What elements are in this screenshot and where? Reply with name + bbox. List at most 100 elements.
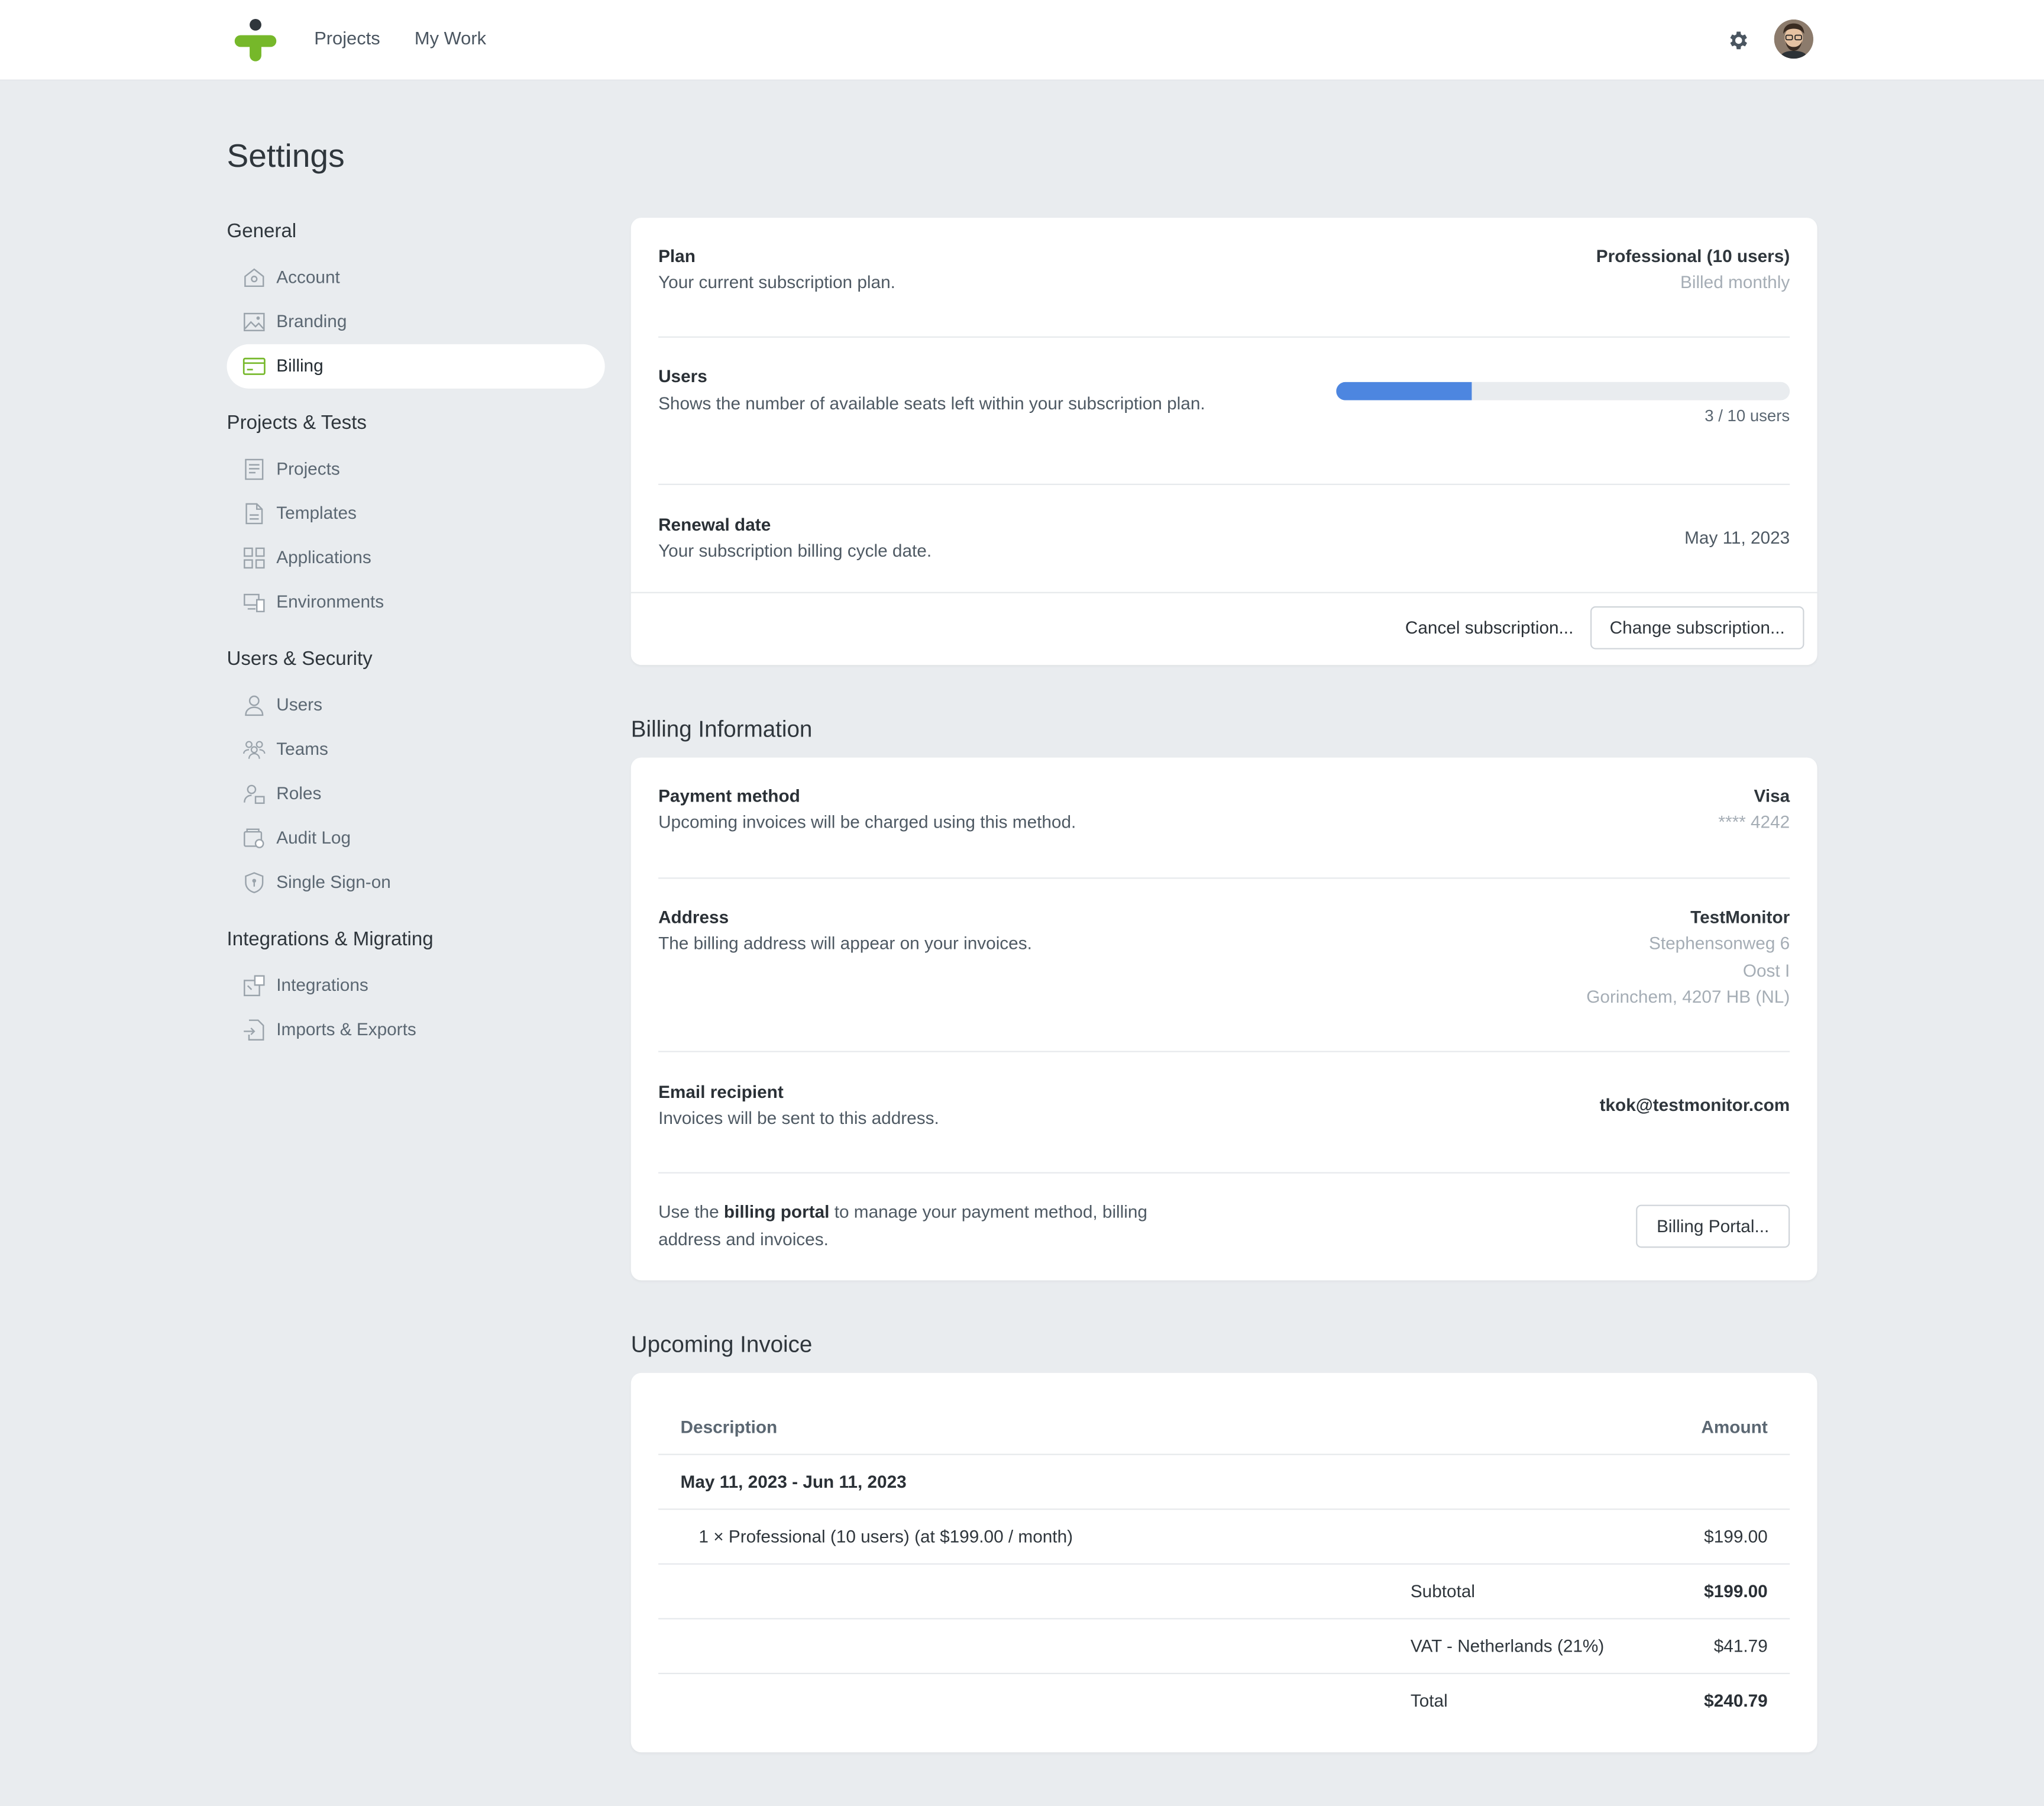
sidebar-group-general: General	[227, 220, 297, 243]
sidebar-item-label: Projects	[276, 458, 340, 479]
sidebar-item-label: Account	[276, 267, 340, 287]
total-amount: $240.79	[1704, 1691, 1768, 1711]
grid-icon	[244, 547, 265, 569]
address-line-1: Stephensonweg 6	[1648, 933, 1790, 954]
page-title: Settings	[227, 138, 345, 175]
total-label: Total	[1410, 1691, 1448, 1711]
credit-card-icon	[242, 357, 266, 375]
divider	[658, 877, 1790, 879]
sidebar-item-label: Integrations	[276, 975, 368, 995]
invoice-line-desc: 1 × Professional (10 users) (at $199.00 …	[698, 1527, 1073, 1547]
sidebar-item-users[interactable]: Users	[227, 683, 605, 728]
billing-portal-text: Use the billing portal to manage your pa…	[658, 1200, 1180, 1253]
plan-billing-cycle: Billed monthly	[1680, 272, 1790, 292]
portal-text-bold: billing portal	[723, 1202, 830, 1222]
seats-progress-fill	[1336, 382, 1473, 400]
divider	[658, 336, 1790, 338]
billing-info-heading: Billing Information	[630, 716, 813, 742]
invoice-line-row: 1 × Professional (10 users) (at $199.00 …	[658, 1510, 1790, 1565]
upcoming-invoice-heading: Upcoming Invoice	[630, 1331, 813, 1358]
address-desc: The billing address will appear on your …	[658, 933, 1032, 954]
email-value: tkok@testmonitor.com	[1599, 1095, 1790, 1115]
testmonitor-logo[interactable]	[232, 18, 279, 63]
sidebar-item-account[interactable]: Account	[227, 256, 605, 300]
payment-desc: Upcoming invoices will be charged using …	[658, 812, 1076, 832]
column-description: Description	[680, 1417, 778, 1437]
sidebar-item-label: Teams	[276, 739, 328, 759]
plan-title: Plan	[658, 246, 696, 266]
sidebar-item-branding[interactable]: Branding	[227, 300, 605, 344]
user-avatar[interactable]	[1774, 20, 1813, 59]
sidebar-group-projects-tests: Projects & Tests	[227, 412, 367, 434]
document-list-icon	[245, 458, 264, 480]
email-desc: Invoices will be sent to this address.	[658, 1108, 939, 1128]
seats-progress-bar	[1336, 382, 1790, 400]
sidebar-item-projects[interactable]: Projects	[227, 447, 605, 492]
user-icon	[245, 695, 264, 716]
change-subscription-button[interactable]: Change subscription...	[1590, 606, 1804, 650]
sidebar-item-label: Audit Log	[276, 828, 351, 848]
file-icon	[245, 503, 263, 525]
sidebar-item-integrations[interactable]: Integrations	[227, 964, 605, 1008]
invoice-total-row: Total $240.79	[658, 1674, 1790, 1727]
email-title: Email recipient	[658, 1082, 784, 1102]
sidebar-item-templates[interactable]: Templates	[227, 492, 605, 536]
invoice-period: May 11, 2023 - Jun 11, 2023	[680, 1472, 907, 1492]
billing-info-card: Payment method Upcoming invoices will be…	[630, 757, 1817, 1281]
sidebar-item-label: Branding	[276, 311, 347, 331]
users-title: Users	[658, 366, 707, 386]
sidebar-item-label: Environments	[276, 592, 384, 612]
sidebar-group-integrations-migrating: Integrations & Migrating	[227, 928, 434, 951]
divider	[658, 1172, 1790, 1174]
sidebar-item-label: Templates	[276, 503, 357, 523]
devices-icon	[244, 593, 265, 612]
sidebar-group-users-security: Users & Security	[227, 648, 373, 670]
sidebar-item-audit-log[interactable]: Audit Log	[227, 816, 605, 861]
invoice-vat-row: VAT - Netherlands (21%) $41.79	[658, 1619, 1790, 1675]
plan-desc: Your current subscription plan.	[658, 272, 895, 292]
vat-label: VAT - Netherlands (21%)	[1410, 1636, 1605, 1656]
invoice-period-row: May 11, 2023 - Jun 11, 2023	[658, 1455, 1790, 1510]
payment-card-number: **** 4242	[1718, 812, 1790, 832]
address-line-3: Gorinchem, 4207 HB (NL)	[1586, 987, 1790, 1007]
top-bar: Projects My Work	[0, 0, 2044, 81]
users-desc: Shows the number of available seats left…	[658, 393, 1205, 413]
sidebar-item-roles[interactable]: Roles	[227, 772, 605, 816]
sidebar-item-label: Single Sign-on	[276, 872, 391, 892]
invoice-subtotal-row: Subtotal $199.00	[658, 1565, 1790, 1620]
nav-projects[interactable]: Projects	[314, 27, 380, 48]
renewal-title: Renewal date	[658, 515, 771, 535]
vat-amount: $41.79	[1713, 1636, 1768, 1656]
role-icon	[244, 784, 265, 804]
nav-my-work[interactable]: My Work	[415, 27, 486, 48]
team-icon	[243, 741, 266, 759]
address-line-2: Oost I	[1742, 961, 1790, 981]
sidebar-item-single-sign-on[interactable]: Single Sign-on	[227, 861, 605, 905]
gear-icon[interactable]	[1726, 28, 1749, 52]
seats-caption: 3 / 10 users	[1705, 406, 1790, 425]
invoice-line-amount: $199.00	[1704, 1527, 1768, 1547]
avatar-icon	[1774, 20, 1813, 59]
sidebar-item-label: Applications	[276, 547, 371, 567]
sidebar-item-label: Roles	[276, 783, 322, 803]
sidebar-item-billing[interactable]: Billing	[227, 344, 605, 389]
sidebar-item-applications[interactable]: Applications	[227, 536, 605, 580]
audit-icon	[244, 828, 264, 848]
subtotal-amount: $199.00	[1704, 1581, 1768, 1601]
sidebar-item-environments[interactable]: Environments	[227, 580, 605, 625]
import-export-icon	[244, 1019, 264, 1041]
home-icon	[244, 268, 264, 287]
shield-icon	[245, 872, 264, 893]
renewal-date: May 11, 2023	[1684, 528, 1790, 548]
cancel-subscription-button[interactable]: Cancel subscription...	[1405, 618, 1573, 638]
subtotal-label: Subtotal	[1410, 1581, 1476, 1601]
sidebar-item-teams[interactable]: Teams	[227, 728, 605, 772]
puzzle-icon	[244, 975, 265, 997]
divider	[630, 592, 1817, 593]
divider	[658, 1051, 1790, 1052]
billing-portal-button[interactable]: Billing Portal...	[1636, 1204, 1790, 1248]
column-amount: Amount	[1701, 1417, 1768, 1437]
invoice-header-row: Description Amount	[658, 1400, 1790, 1455]
address-title: Address	[658, 907, 729, 928]
sidebar-item-imports-exports[interactable]: Imports & Exports	[227, 1008, 605, 1052]
